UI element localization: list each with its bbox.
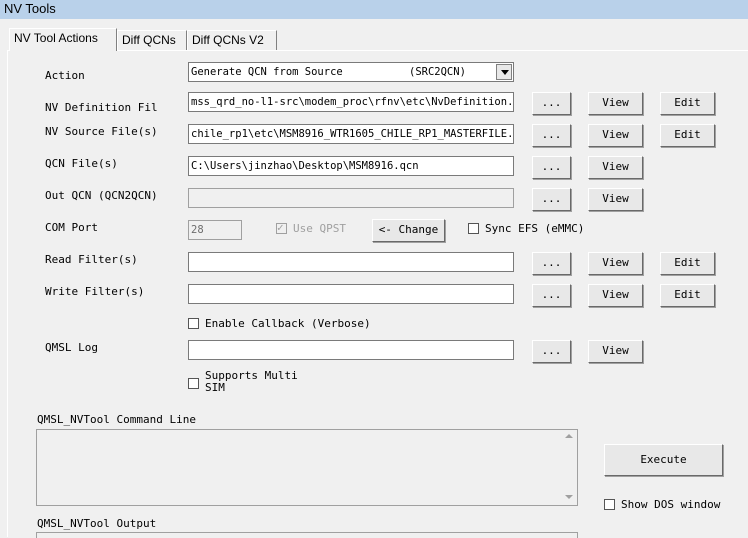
write-filter-field[interactable] — [188, 284, 514, 304]
nv-definition-label: NV Definition Fil — [45, 101, 158, 114]
nv-source-view-button[interactable]: View — [588, 124, 643, 147]
com-port-label: COM Port — [45, 221, 98, 234]
read-filter-label: Read Filter(s) — [45, 253, 138, 266]
qcn-file-field[interactable]: C:\Users\jinzhao\Desktop\MSM8916.qcn — [188, 156, 514, 176]
chevron-down-icon[interactable] — [496, 64, 512, 80]
read-filter-edit-button[interactable]: Edit — [660, 252, 715, 275]
scroll-down-icon[interactable] — [561, 493, 577, 503]
qmsl-log-view-button[interactable]: View — [588, 340, 643, 363]
tab-diff-qcns-v2[interactable]: Diff QCNs V2 — [187, 30, 277, 50]
show-dos-window-checkbox[interactable] — [604, 499, 615, 510]
checkmark-icon: ✓ — [277, 221, 284, 234]
qmsl-log-browse-button[interactable]: ... — [532, 340, 571, 363]
qcn-file-view-button[interactable]: View — [588, 156, 643, 179]
nv-definition-browse-button[interactable]: ... — [532, 92, 571, 115]
output-textarea[interactable] — [36, 532, 578, 538]
use-qpst-label: Use QPST — [293, 222, 346, 235]
nv-source-label: NV Source File(s) — [45, 125, 158, 138]
sync-efs-label: Sync EFS (eMMC) — [485, 222, 585, 235]
out-qcn-field[interactable] — [188, 188, 514, 208]
qcn-file-browse-button[interactable]: ... — [532, 156, 571, 179]
write-filter-label: Write Filter(s) — [45, 285, 145, 298]
enable-callback-checkbox[interactable] — [188, 318, 199, 329]
read-filter-browse-button[interactable]: ... — [532, 252, 571, 275]
tab-strip: NV Tool Actions Diff QCNs Diff QCNs V2 — [0, 28, 748, 51]
read-filter-field[interactable] — [188, 252, 514, 272]
change-button[interactable]: <- Change — [372, 219, 445, 242]
action-selected-value: Generate QCN from Source — [191, 66, 343, 78]
read-filter-view-button[interactable]: View — [588, 252, 643, 275]
use-qpst-checkbox[interactable]: ✓ — [276, 221, 287, 234]
supports-multi-sim-line2: SIM — [205, 381, 225, 394]
supports-multi-sim-label: Supports Multi SIM — [205, 370, 298, 394]
tab-diff-qcns[interactable]: Diff QCNs — [117, 30, 187, 50]
qmsl-log-field[interactable] — [188, 340, 514, 360]
nv-definition-edit-button[interactable]: Edit — [660, 92, 715, 115]
qcn-file-label: QCN File(s) — [45, 157, 118, 170]
write-filter-edit-button[interactable]: Edit — [660, 284, 715, 307]
tab-nv-tool-actions[interactable]: NV Tool Actions — [9, 28, 117, 51]
output-label: QMSL_NVTool Output — [37, 517, 157, 530]
enable-callback-label: Enable Callback (Verbose) — [205, 317, 371, 330]
show-dos-window-label: Show DOS window — [621, 498, 721, 511]
command-line-scrollbar[interactable] — [561, 430, 577, 505]
supports-multi-sim-checkbox[interactable] — [188, 378, 199, 389]
write-filter-view-button[interactable]: View — [588, 284, 643, 307]
nv-definition-view-button[interactable]: View — [588, 92, 643, 115]
scroll-up-icon[interactable] — [561, 432, 577, 442]
sync-efs-checkbox[interactable] — [468, 223, 479, 234]
action-selected-code: (SRC2QCN) — [409, 66, 466, 78]
tab-panel: Action Generate QCN from Source (SRC2QCN… — [7, 50, 748, 538]
qmsl-log-label: QMSL Log — [45, 341, 98, 354]
out-qcn-browse-button[interactable]: ... — [532, 188, 571, 211]
nv-source-browse-button[interactable]: ... — [532, 124, 571, 147]
window-title: NV Tools — [0, 0, 748, 19]
execute-button[interactable]: Execute — [604, 444, 723, 476]
nv-source-edit-button[interactable]: Edit — [660, 124, 715, 147]
nv-definition-field[interactable]: mss_qrd_no-l1-src\modem_proc\rfnv\etc\Nv… — [188, 92, 514, 112]
action-label: Action — [45, 69, 85, 82]
action-select[interactable]: Generate QCN from Source (SRC2QCN) — [188, 62, 514, 82]
out-qcn-label: Out QCN (QCN2QCN) — [45, 189, 158, 202]
out-qcn-view-button[interactable]: View — [588, 188, 643, 211]
command-line-label: QMSL_NVTool Command Line — [37, 413, 196, 426]
com-port-field[interactable]: 28 — [188, 220, 242, 240]
command-line-textarea[interactable] — [36, 429, 578, 506]
nv-source-field[interactable]: chile_rp1\etc\MSM8916_WTR1605_CHILE_RP1_… — [188, 124, 514, 144]
write-filter-browse-button[interactable]: ... — [532, 284, 571, 307]
